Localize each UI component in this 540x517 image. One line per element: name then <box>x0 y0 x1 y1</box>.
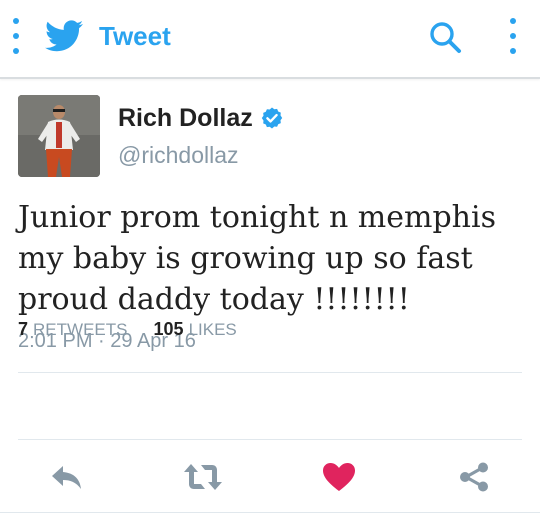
retweets-label: RETWEETS <box>33 320 128 339</box>
overflow-menu-icon[interactable] <box>508 18 518 54</box>
divider <box>18 372 522 373</box>
verified-badge-icon <box>261 107 282 129</box>
reply-icon <box>52 466 81 489</box>
display-name[interactable]: Rich Dollaz <box>118 103 253 133</box>
author-name-row[interactable]: Rich Dollaz <box>118 103 284 133</box>
share-button[interactable] <box>454 460 494 494</box>
likes-count: 105 <box>153 319 184 339</box>
engagement-stats: 7 RETWEETS 105 LIKES <box>18 318 237 341</box>
divider <box>0 512 540 513</box>
avatar[interactable] <box>18 95 100 177</box>
app-bar: Tweet <box>0 0 540 79</box>
heart-icon <box>323 463 355 491</box>
app-title: Tweet <box>99 21 171 51</box>
retweet-icon <box>184 464 222 490</box>
retweets-stat[interactable]: 7 RETWEETS <box>18 319 133 339</box>
like-button[interactable] <box>319 460 359 494</box>
likes-label: LIKES <box>188 320 237 339</box>
divider <box>18 439 522 440</box>
share-icon <box>460 462 488 492</box>
twitter-bird-icon <box>45 20 83 52</box>
reply-button[interactable] <box>47 460 87 494</box>
retweets-count: 7 <box>18 319 29 339</box>
menu-icon[interactable] <box>11 18 21 54</box>
retweet-button[interactable] <box>183 460 223 494</box>
tweet-text: Junior prom tonight n memphis my baby is… <box>18 200 496 317</box>
likes-stat[interactable]: 105 LIKES <box>154 319 237 339</box>
user-handle[interactable]: @richdollaz <box>118 141 239 169</box>
avatar-photo <box>18 95 100 177</box>
search-icon[interactable] <box>428 20 464 56</box>
